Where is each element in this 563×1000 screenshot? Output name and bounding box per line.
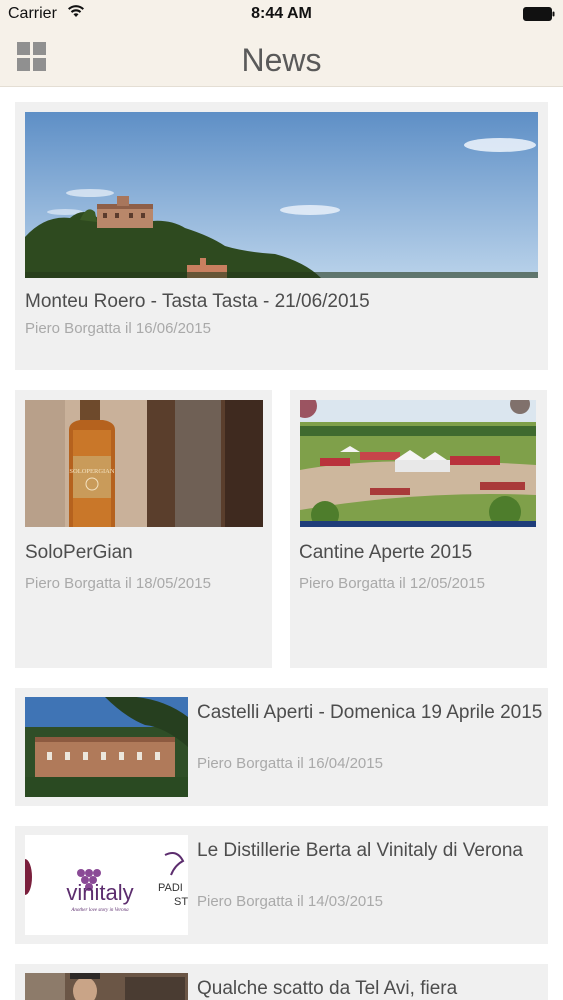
list-news-card[interactable]: vinitaly Another love story in Verona PA… [15,826,548,944]
news-meta: Piero Borgatta il 18/05/2015 [25,575,211,592]
vinitaly-tagline-text: Another love story in Verona [70,908,129,913]
bottle-image: SOLOPERGIAN [25,400,263,527]
bottle-label-text: SOLOPERGIAN [69,468,114,475]
news-title: Castelli Aperti - Domenica 19 Aprile 201… [197,702,543,723]
news-title: SoloPerGian [25,542,133,563]
side-text-2: ST [174,896,188,908]
grid-news-card[interactable]: SOLOPERGIAN SoloPerGian Piero Borgatta i… [15,390,272,668]
list-news-card[interactable]: Castelli Aperti - Domenica 19 Aprile 201… [15,688,548,806]
castle-hill-image [25,112,538,278]
news-title: Monteu Roero - Tasta Tasta - 21/06/2015 [25,291,370,312]
news-meta: Piero Borgatta il 14/03/2015 [197,893,383,910]
news-meta: Piero Borgatta il 12/05/2015 [299,575,485,592]
status-bar: Carrier 8:44 AM [0,0,563,30]
news-meta: Piero Borgatta il 16/04/2015 [197,755,383,772]
side-text-1: PADI [158,882,183,894]
page-title: News [241,42,322,78]
castle-image [25,697,188,797]
navigation-bar: News [0,30,563,87]
festival-image [300,400,536,527]
news-title: Cantine Aperte 2015 [299,542,473,563]
tel-aviv-fair-image [25,973,188,1000]
list-news-card[interactable]: Qualche scatto da Tel Avi, fiera [15,964,548,1000]
vinitaly-logo-image: vinitaly Another love story in Verona PA… [25,835,188,935]
vinitaly-logo-text: vinitaly [66,880,133,905]
featured-news-card[interactable]: Monteu Roero - Tasta Tasta - 21/06/2015 … [15,102,548,370]
news-title: Qualche scatto da Tel Avi, fiera [197,978,458,999]
battery-icon [523,7,555,21]
grid-news-card[interactable]: Cantine Aperte 2015 Piero Borgatta il 12… [290,390,547,668]
clock-label: 8:44 AM [251,5,312,22]
news-meta: Piero Borgatta il 16/06/2015 [25,320,211,337]
news-title: Le Distillerie Berta al Vinitaly di Vero… [197,840,523,861]
